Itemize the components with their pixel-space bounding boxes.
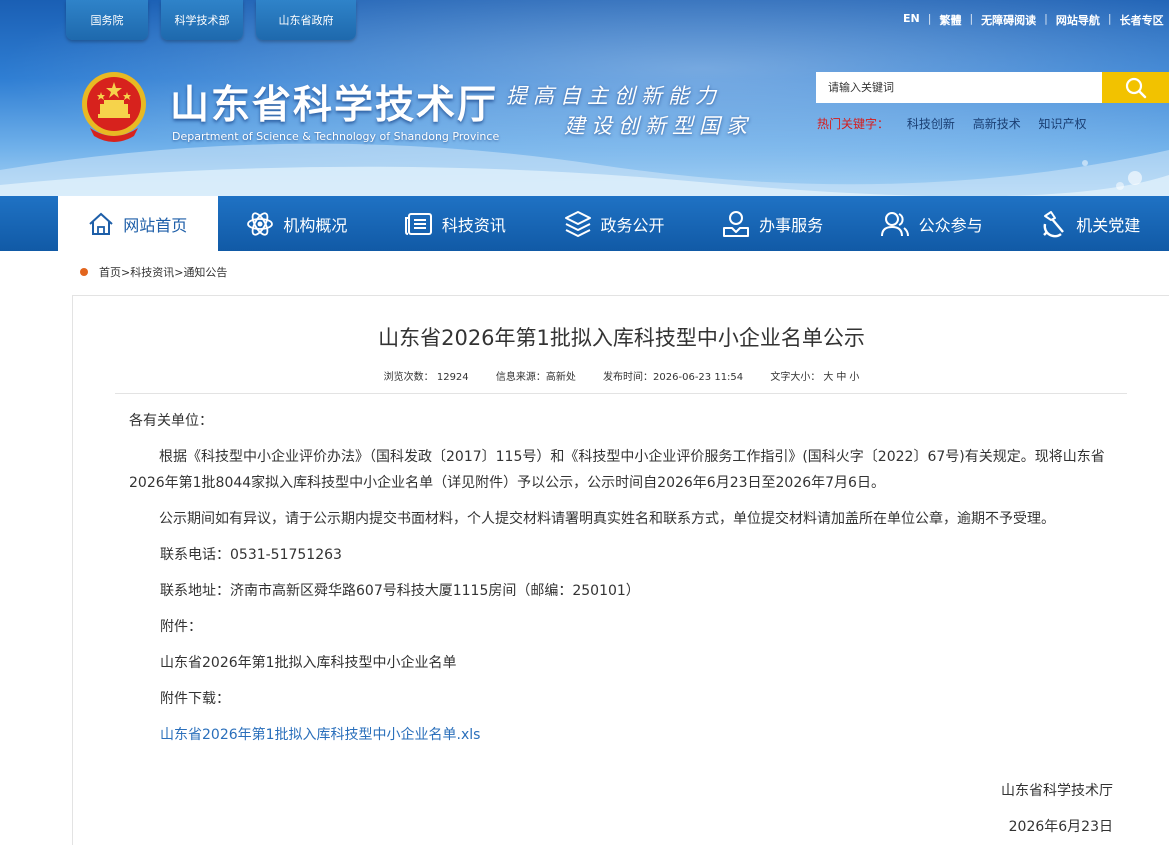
layers-icon xyxy=(564,210,591,237)
contact-phone: 联系电话：0531-51751263 xyxy=(160,547,342,563)
slogan-line-2: 建设创新型国家 xyxy=(564,114,753,138)
download-label: 附件下载： xyxy=(160,691,230,707)
breadcrumb: 首页 > 科技资讯 > 通知公告 xyxy=(80,264,227,280)
font-size-control: 文字大小：大中小 xyxy=(770,372,860,383)
breadcrumb-separator: > xyxy=(174,265,184,279)
nav-label: 办事服务 xyxy=(759,215,824,235)
nav-home[interactable]: 网站首页 xyxy=(58,196,218,251)
greeting: 各有关单位： xyxy=(129,413,213,429)
link-accessibility[interactable]: 无障碍阅读 xyxy=(981,12,1036,28)
nav-label: 公众参与 xyxy=(918,215,983,235)
service-icon xyxy=(723,210,750,237)
main-nav: 网站首页 机构概况 科技资讯 政务公开 办事服务 公众参与 机关党建 xyxy=(0,196,1169,251)
nav-news[interactable]: 科技资讯 xyxy=(376,196,535,251)
signature-org: 山东省科学技术厅 xyxy=(1001,783,1113,799)
atom-icon xyxy=(247,211,274,236)
publish-date: 2026-06-23 11:54 xyxy=(653,372,744,383)
slogan-line-1: 提高自主创新能力 xyxy=(506,84,722,108)
attachment-download-link[interactable]: 山东省2026年第1批拟入库科技型中小企业名单.xls xyxy=(129,722,1119,748)
date-meta: 发布时间：2026-06-23 11:54 xyxy=(603,372,744,383)
hot-keyword-2[interactable]: 高新技术 xyxy=(973,117,1021,131)
font-size-large[interactable]: 大 xyxy=(823,372,833,383)
breadcrumb-home[interactable]: 首页 xyxy=(99,264,121,280)
signature-date: 2026年6月23日 xyxy=(1008,819,1113,835)
nav-government-affairs[interactable]: 政务公开 xyxy=(535,196,694,251)
search-button[interactable] xyxy=(1102,72,1169,103)
views-meta: 浏览次数： 12924 xyxy=(383,372,469,383)
breadcrumb-dot-icon xyxy=(80,268,88,276)
people-icon xyxy=(880,211,909,236)
site-subtitle: Department of Science & Technology of Sh… xyxy=(172,130,500,143)
party-icon xyxy=(1043,210,1065,237)
paragraph-1: 根据《科技型中小企业评价办法》（国科发政〔2017〕115号）和《科技型中小企业… xyxy=(129,449,1105,491)
font-size-small[interactable]: 小 xyxy=(849,372,859,383)
separator: | xyxy=(1107,12,1112,25)
gov-link-most[interactable]: 科学技术部 xyxy=(161,0,243,40)
page: 国务院 科学技术部 山东省政府 EN | 繁體 | 无障碍阅读 | 网站导航 |… xyxy=(0,0,1169,845)
nav-label: 机构概况 xyxy=(283,215,348,235)
source-value: 高新处 xyxy=(545,372,576,383)
article-body: 各有关单位： 根据《科技型中小企业评价办法》（国科发政〔2017〕115号）和《… xyxy=(129,408,1119,758)
home-icon xyxy=(89,212,113,235)
divider xyxy=(115,393,1127,394)
nav-label: 政务公开 xyxy=(600,215,665,235)
nav-public-participation[interactable]: 公众参与 xyxy=(852,196,1011,251)
nav-label: 科技资讯 xyxy=(441,215,506,235)
search-bar xyxy=(816,72,1169,103)
site-title: 山东省科学技术厅 xyxy=(170,82,499,128)
breadcrumb-notices[interactable]: 通知公告 xyxy=(183,264,227,280)
separator: | xyxy=(1044,12,1048,25)
article-title: 山东省2026年第1批拟入库科技型中小企业名单公示 xyxy=(378,326,865,350)
search-icon xyxy=(1125,77,1146,98)
nav-services[interactable]: 办事服务 xyxy=(693,196,852,251)
news-icon xyxy=(404,212,432,235)
hot-keywords: 热门关键字： 科技创新 高新技术 知识产权 xyxy=(817,115,1087,132)
separator: | xyxy=(927,12,932,25)
top-utility-links: EN | 繁體 | 无障碍阅读 | 网站导航 | 长者专区 xyxy=(903,12,1164,28)
attachment-label: 附件： xyxy=(160,619,202,635)
separator: | xyxy=(969,12,974,25)
nav-about[interactable]: 机构概况 xyxy=(218,196,377,251)
gov-link-group: 国务院 科学技术部 山东省政府 xyxy=(66,0,356,40)
nav-label: 网站首页 xyxy=(123,215,188,235)
breadcrumb-news[interactable]: 科技资讯 xyxy=(130,264,174,280)
national-emblem-icon xyxy=(82,72,146,142)
site-header: 国务院 科学技术部 山东省政府 EN | 繁體 | 无障碍阅读 | 网站导航 |… xyxy=(0,0,1169,196)
hot-keyword-3[interactable]: 知识产权 xyxy=(1039,117,1087,131)
search-input[interactable] xyxy=(816,72,1102,103)
views-count: 12924 xyxy=(436,372,469,383)
link-sitemap[interactable]: 网站导航 xyxy=(1056,12,1100,28)
contact-address: 联系地址：济南市高新区舜华路607号科技大厦1115房间（邮编：250101） xyxy=(160,583,640,599)
gov-link-shandong[interactable]: 山东省政府 xyxy=(256,0,356,40)
link-english[interactable]: EN xyxy=(903,12,920,28)
article-panel: 山东省2026年第1批拟入库科技型中小企业名单公示 浏览次数： 12924 信息… xyxy=(72,295,1169,845)
link-elderly[interactable]: 长者专区 xyxy=(1120,12,1164,28)
link-traditional[interactable]: 繁體 xyxy=(939,12,961,28)
gov-link-state-council[interactable]: 国务院 xyxy=(66,0,148,40)
nav-party-building[interactable]: 机关党建 xyxy=(1010,196,1169,251)
paragraph-2: 公示期间如有异议，请于公示期内提交书面材料，个人提交材料请署明真实姓名和联系方式… xyxy=(159,511,1055,527)
hot-keywords-label: 热门关键字： xyxy=(817,117,890,131)
breadcrumb-separator: > xyxy=(121,265,131,279)
font-size-medium[interactable]: 中 xyxy=(836,372,846,383)
hot-keyword-1[interactable]: 科技创新 xyxy=(907,117,955,131)
source-meta: 信息来源：高新处 xyxy=(495,372,576,383)
article-meta: 浏览次数： 12924 信息来源：高新处 发布时间：2026-06-23 11:… xyxy=(73,368,1169,383)
attachment-name: 山东省2026年第1批拟入库科技型中小企业名单 xyxy=(160,655,457,671)
nav-label: 机关党建 xyxy=(1076,215,1141,235)
